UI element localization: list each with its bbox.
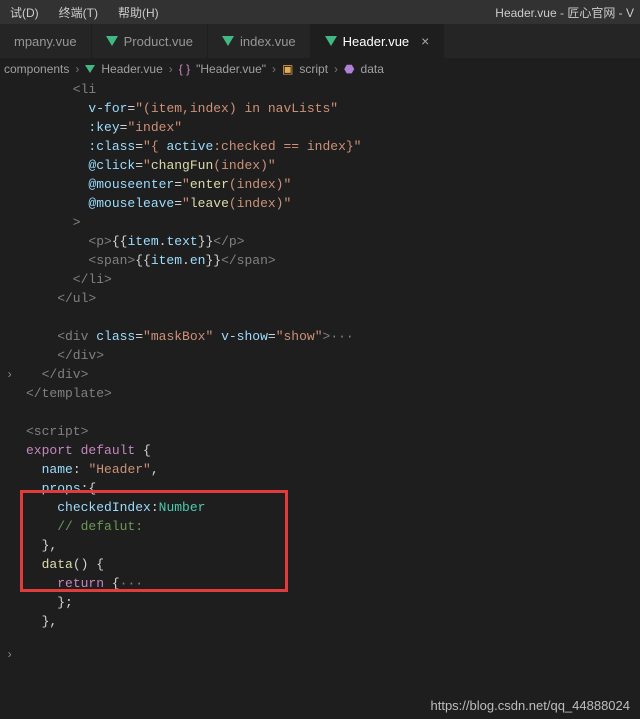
watermark: https://blog.csdn.net/qq_44888024 xyxy=(431,698,631,713)
braces-icon: { } xyxy=(179,62,190,76)
chevron-right-icon: › xyxy=(334,62,338,76)
tab-header[interactable]: Header.vue × xyxy=(311,24,445,58)
window-title: Header.vue - 匠心官网 - V xyxy=(495,0,640,24)
breadcrumb-item[interactable]: "Header.vue" xyxy=(196,62,266,76)
breadcrumb: components › Header.vue › { } "Header.vu… xyxy=(0,58,640,80)
breadcrumb-item[interactable]: data xyxy=(361,62,384,76)
menu-debug[interactable]: 试(D) xyxy=(0,4,49,21)
tab-product[interactable]: Product.vue xyxy=(92,24,208,58)
code-editor[interactable]: <li v-for="(item,index) in navLists" :ke… xyxy=(0,80,640,719)
tab-index[interactable]: index.vue xyxy=(208,24,311,58)
vue-icon xyxy=(222,36,234,46)
tab-company[interactable]: mpany.vue xyxy=(0,24,92,58)
tab-label: Header.vue xyxy=(343,34,410,49)
chevron-right-icon: › xyxy=(272,62,276,76)
editor-tabs: mpany.vue Product.vue index.vue Header.v… xyxy=(0,24,640,58)
menu-terminal[interactable]: 终端(T) xyxy=(49,4,108,21)
vue-icon xyxy=(325,36,337,46)
chevron-right-icon: › xyxy=(169,62,173,76)
tab-label: index.vue xyxy=(240,34,296,49)
tab-label: mpany.vue xyxy=(14,34,77,49)
cube-icon: ⬣ xyxy=(344,62,354,76)
menu-help[interactable]: 帮助(H) xyxy=(108,4,169,21)
tab-label: Product.vue xyxy=(124,34,193,49)
breadcrumb-item[interactable]: script xyxy=(299,62,328,76)
vue-icon xyxy=(85,65,95,73)
breadcrumb-item[interactable]: Header.vue xyxy=(101,62,162,76)
vue-icon xyxy=(106,36,118,46)
close-icon[interactable]: × xyxy=(421,33,429,49)
chevron-right-icon: › xyxy=(75,62,79,76)
breadcrumb-item[interactable]: components xyxy=(4,62,69,76)
module-icon: ▣ xyxy=(282,62,293,76)
